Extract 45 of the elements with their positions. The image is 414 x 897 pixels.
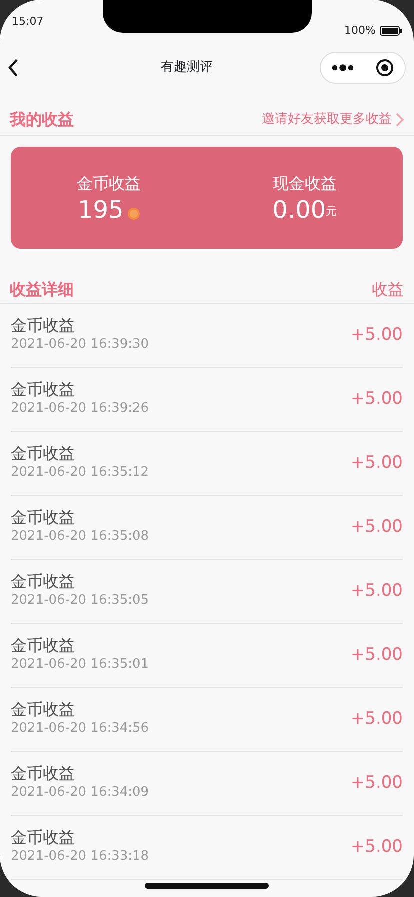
record-title: 金币收益 [11,828,76,848]
record-amount: +5.00 [350,516,403,539]
record-amount: +5.00 [350,708,403,731]
record-time: 2021-06-20 16:33:18 [11,848,150,866]
record-amount: +5.00 [350,580,403,603]
earnings-label: 金币收益 [76,172,141,195]
record-title: 金币收益 [11,380,76,400]
record-time: 2021-06-20 16:34:56 [11,720,150,738]
record-title: 金币收益 [11,572,76,592]
record-time: 2021-06-20 16:39:26 [11,400,150,418]
record-time: 2021-06-20 16:34:09 [11,784,150,802]
record-amount: +5.00 [350,324,403,347]
record-title: 金币收益 [11,700,76,720]
close-icon[interactable] [376,59,394,77]
battery-level: 100% [344,22,376,39]
record-title: 金币收益 [11,444,76,464]
back-button[interactable] [6,57,20,79]
earnings-label: 现金收益 [272,172,337,195]
battery-icon [380,26,402,36]
chevron-icon [396,112,404,126]
invite-link[interactable]: 邀请好友获取更多收益 [262,110,404,130]
section-title: 我的收益 [10,108,74,130]
record-title: 金币收益 [11,636,76,656]
earnings-value: 195 [78,196,124,224]
status-time: 15:07 [12,14,44,30]
record-time: 2021-06-20 16:39:30 [11,336,150,354]
currency-unit: 元 [326,204,338,220]
column-header: 收益 [372,278,404,300]
page-title: 有趣测评 [161,59,213,78]
record-title: 金币收益 [11,764,76,784]
record-amount: +5.00 [350,644,403,667]
record-amount: +5.00 [350,452,403,475]
record-title: 金币收益 [11,316,76,336]
more-icon[interactable] [332,64,354,72]
record-title: 金币收益 [11,508,76,528]
record-time: 2021-06-20 16:35:08 [11,528,150,546]
earnings-value: 0.00 [272,196,326,224]
record-amount: +5.00 [350,836,403,859]
record-time: 2021-06-20 16:35:12 [11,464,150,482]
record-time: 2021-06-20 16:35:01 [11,656,150,674]
section-title: 收益详细 [10,278,74,300]
record-amount: +5.00 [350,772,403,795]
record-time: 2021-06-20 16:35:05 [11,592,150,610]
coin-icon [128,208,140,220]
record-amount: +5.00 [350,388,403,411]
